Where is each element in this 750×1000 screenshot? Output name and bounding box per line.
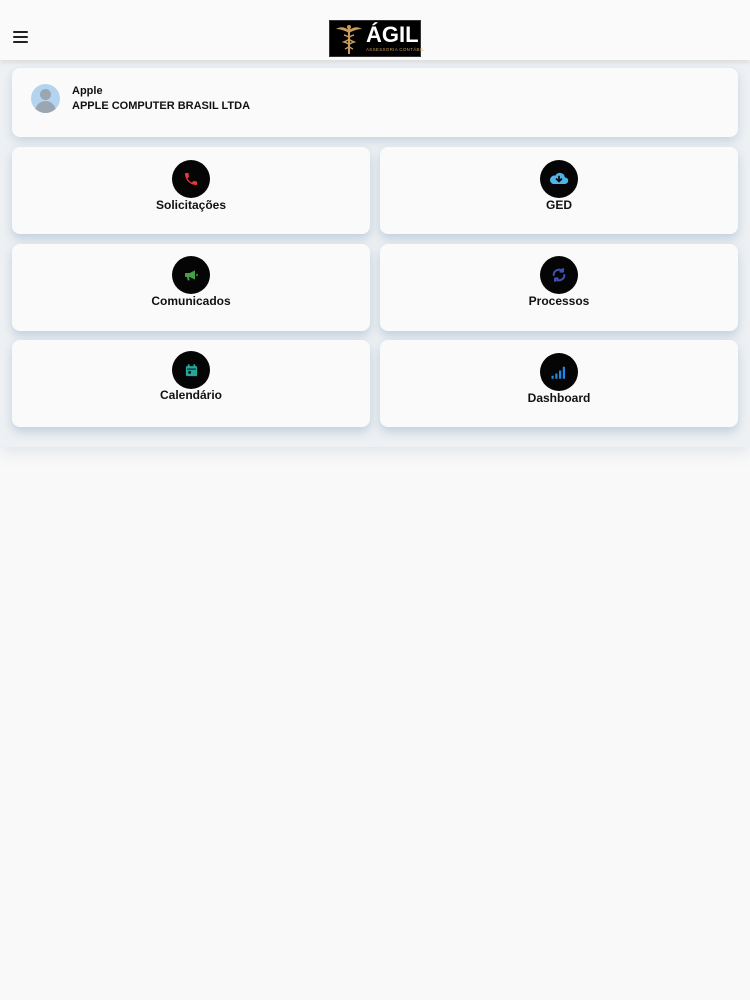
tile-label: Processos [528, 294, 590, 308]
caduceus-icon [336, 25, 362, 54]
menu-icon[interactable] [10, 26, 32, 48]
tile-label: Solicitações [155, 198, 227, 212]
tile-label: Comunicados [151, 294, 231, 308]
megaphone-icon [172, 256, 210, 294]
tile-ged[interactable]: GED [380, 147, 738, 234]
tile-calendario[interactable]: Calendário [12, 340, 370, 427]
company-logo: ÁGIL ASSESSORIA CONTÁBIL [329, 20, 425, 57]
refresh-icon [540, 256, 578, 294]
tile-processos[interactable]: Processos [380, 244, 738, 331]
app-header: ÁGIL ASSESSORIA CONTÁBIL [0, 0, 750, 60]
tile-solicitacoes[interactable]: Solicitações [12, 147, 370, 234]
tile-label: Calendário [159, 388, 222, 402]
tile-comunicados[interactable]: Comunicados [12, 244, 370, 331]
tile-label: GED [545, 198, 572, 212]
tile-label: Dashboard [527, 391, 591, 405]
cloud-download-icon [540, 160, 578, 198]
calendar-icon [172, 351, 210, 389]
signal-bars-icon [540, 353, 578, 391]
avatar [31, 84, 60, 113]
company-card[interactable]: Apple APPLE COMPUTER BRASIL LTDA [12, 68, 738, 137]
company-short-name: Apple [72, 85, 103, 97]
tile-dashboard[interactable]: Dashboard [380, 340, 738, 427]
logo-subtitle: ASSESSORIA CONTÁBIL [366, 47, 425, 52]
company-full-name: APPLE COMPUTER BRASIL LTDA [72, 100, 251, 112]
phone-icon [172, 160, 210, 198]
logo-title: ÁGIL [366, 22, 419, 47]
